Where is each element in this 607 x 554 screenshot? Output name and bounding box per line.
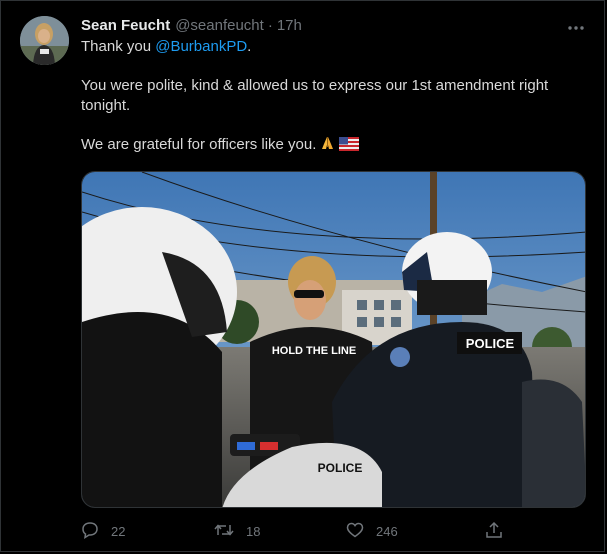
tweet-photo[interactable]: HOLD THE LINE POLICE POLICE [81, 171, 586, 508]
mention-link[interactable]: @BurbankPD [155, 38, 247, 55]
vest-text: POLICE [466, 336, 515, 351]
folded-hands-emoji [319, 135, 336, 157]
reply-count: 22 [111, 523, 126, 539]
text-prefix: Thank you [81, 38, 156, 55]
like-count: 246 [376, 523, 398, 539]
bike-text: POLICE [318, 461, 363, 475]
reply-button[interactable]: 22 [81, 520, 125, 542]
tweet-header: Sean Feucht @seanfeucht · 17h [81, 17, 557, 37]
us-flag-emoji [339, 137, 360, 157]
separator-dot: · [267, 17, 273, 34]
tweet-actions: 22 18 246 [81, 520, 511, 542]
text-suffix: . [247, 38, 252, 55]
tweet-paragraph-1: Thank you @BurbankPD. [81, 37, 571, 57]
share-icon [485, 521, 515, 542]
retweet-icon [214, 521, 246, 542]
like-button[interactable]: 246 [346, 520, 398, 542]
heart-icon [346, 521, 376, 542]
tweet-paragraph-3: We are grateful for officers like you. [81, 135, 571, 157]
shirt-text: HOLD THE LINE [272, 345, 356, 357]
more-options-button[interactable] [565, 18, 587, 36]
author-name[interactable]: Sean Feucht [81, 17, 170, 34]
more-dots-icon [567, 18, 585, 36]
tweet-paragraph-3-text: We are grateful for officers like you. [81, 136, 317, 153]
retweet-count: 18 [246, 523, 261, 539]
avatar[interactable] [20, 16, 69, 65]
retweet-button[interactable]: 18 [214, 520, 260, 542]
tweet-paragraph-2: You were polite, kind & allowed us to ex… [81, 77, 549, 114]
author-handle[interactable]: @seanfeucht [175, 17, 264, 34]
timestamp[interactable]: 17h [277, 17, 302, 34]
tweet-text: Thank you @BurbankPD. You were polite, k… [81, 37, 571, 157]
share-button[interactable] [485, 520, 515, 542]
reply-icon [81, 521, 111, 542]
